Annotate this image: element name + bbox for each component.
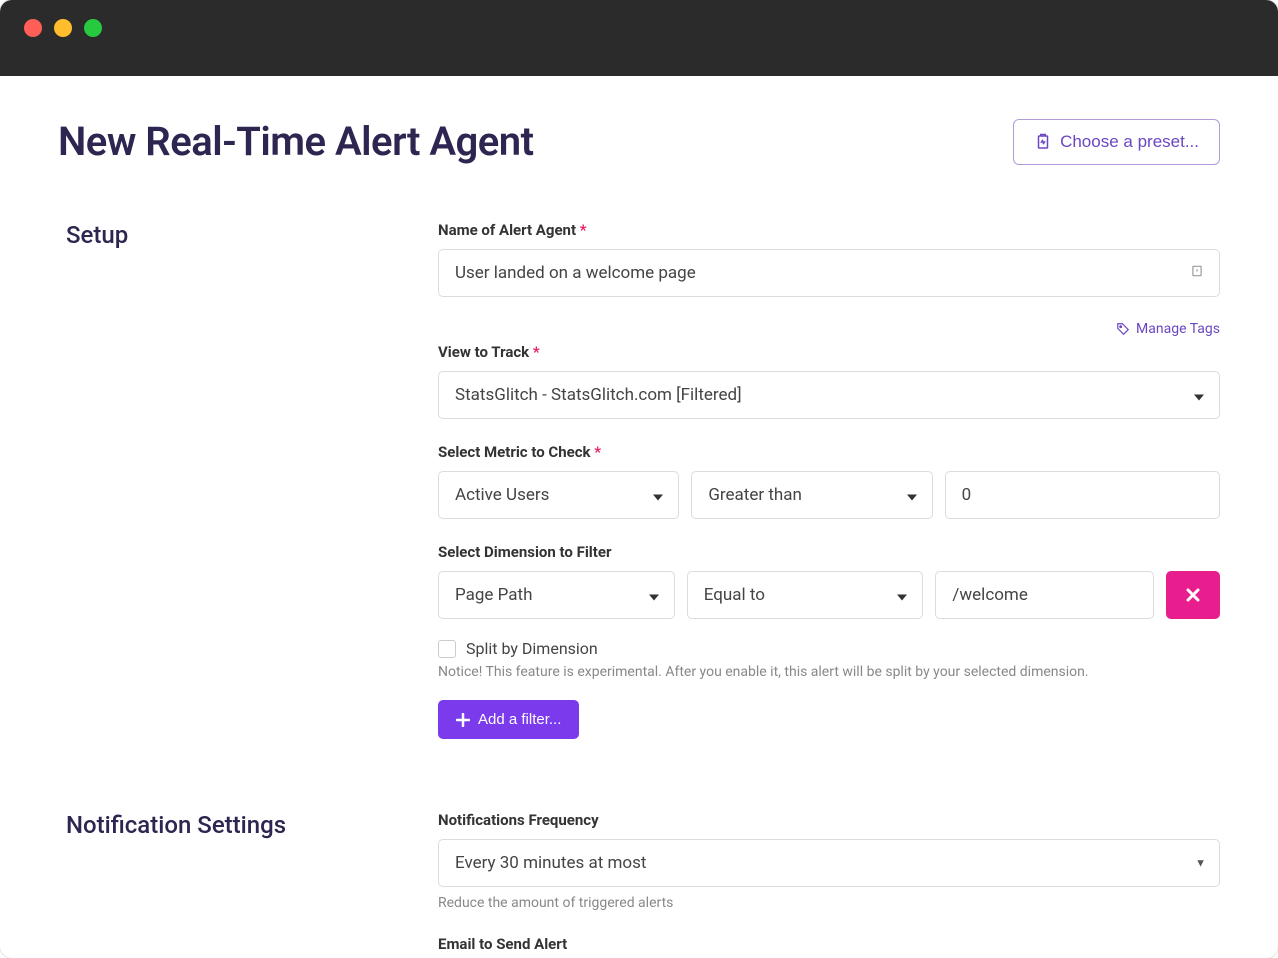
- name-input[interactable]: [438, 249, 1220, 297]
- name-field: Name of Alert Agent: [438, 221, 1220, 297]
- split-dimension-notice: Notice! This feature is experimental. Af…: [438, 664, 1220, 680]
- frequency-field-label: Notifications Frequency: [438, 811, 1220, 829]
- notification-section: Notification Settings Notifications Freq…: [58, 811, 1220, 958]
- dimension-field-label: Select Dimension to Filter: [438, 543, 1220, 561]
- input-indicator-icon: [1190, 264, 1204, 282]
- page-header: New Real-Time Alert Agent Choose a prese…: [58, 118, 1220, 165]
- frequency-field: Notifications Frequency Every 30 minutes…: [438, 811, 1220, 911]
- maximize-window-button[interactable]: [84, 19, 102, 37]
- metric-field-label: Select Metric to Check: [438, 443, 1220, 461]
- view-field: View to Track StatsGlitch - StatsGlitch.…: [438, 343, 1220, 419]
- add-filter-label: Add a filter...: [478, 711, 561, 728]
- metric-field: Select Metric to Check Active Users Grea…: [438, 443, 1220, 519]
- page-title: New Real-Time Alert Agent: [58, 118, 534, 165]
- split-dimension-checkbox[interactable]: [438, 640, 456, 658]
- window-titlebar: [0, 0, 1278, 76]
- manage-tags-label: Manage Tags: [1136, 321, 1220, 337]
- dimension-operator-select[interactable]: Equal to: [687, 571, 924, 619]
- name-field-label: Name of Alert Agent: [438, 221, 1220, 239]
- setup-section: Setup Name of Alert Agent: [58, 221, 1220, 763]
- metric-value-input[interactable]: [945, 471, 1220, 519]
- content-area: New Real-Time Alert Agent Choose a prese…: [0, 76, 1278, 958]
- remove-filter-button[interactable]: [1166, 571, 1220, 619]
- metric-select[interactable]: Active Users: [438, 471, 679, 519]
- notification-section-content: Notifications Frequency Every 30 minutes…: [438, 811, 1220, 958]
- split-dimension-label[interactable]: Split by Dimension: [466, 639, 598, 658]
- notification-section-label: Notification Settings: [58, 811, 438, 958]
- minimize-window-button[interactable]: [54, 19, 72, 37]
- close-window-button[interactable]: [24, 19, 42, 37]
- x-icon: [1186, 588, 1200, 602]
- split-dimension-row: Split by Dimension: [438, 639, 1220, 658]
- manage-tags-link[interactable]: Manage Tags: [1116, 321, 1220, 337]
- dimension-value-input[interactable]: [935, 571, 1154, 619]
- email-field: Email to Send Alert: [438, 935, 1220, 958]
- choose-preset-label: Choose a preset...: [1060, 132, 1199, 152]
- view-field-label: View to Track: [438, 343, 1220, 361]
- metric-operator-select[interactable]: Greater than: [691, 471, 932, 519]
- view-select[interactable]: StatsGlitch - StatsGlitch.com [Filtered]: [438, 371, 1220, 419]
- app-window: New Real-Time Alert Agent Choose a prese…: [0, 0, 1278, 958]
- dimension-select[interactable]: Page Path: [438, 571, 675, 619]
- setup-section-label: Setup: [58, 221, 438, 763]
- clipboard-icon: [1034, 133, 1052, 151]
- manage-tags-row: Manage Tags: [438, 321, 1220, 337]
- dimension-field: Select Dimension to Filter Page Path Equ…: [438, 543, 1220, 739]
- traffic-lights: [24, 19, 102, 37]
- frequency-helper: Reduce the amount of triggered alerts: [438, 895, 1220, 911]
- plus-icon: [456, 713, 470, 727]
- setup-section-content: Name of Alert Agent: [438, 221, 1220, 763]
- add-filter-button[interactable]: Add a filter...: [438, 700, 579, 739]
- email-field-label: Email to Send Alert: [438, 935, 1220, 953]
- choose-preset-button[interactable]: Choose a preset...: [1013, 119, 1220, 165]
- tag-icon: [1116, 322, 1130, 336]
- frequency-select[interactable]: Every 30 minutes at most: [438, 839, 1220, 887]
